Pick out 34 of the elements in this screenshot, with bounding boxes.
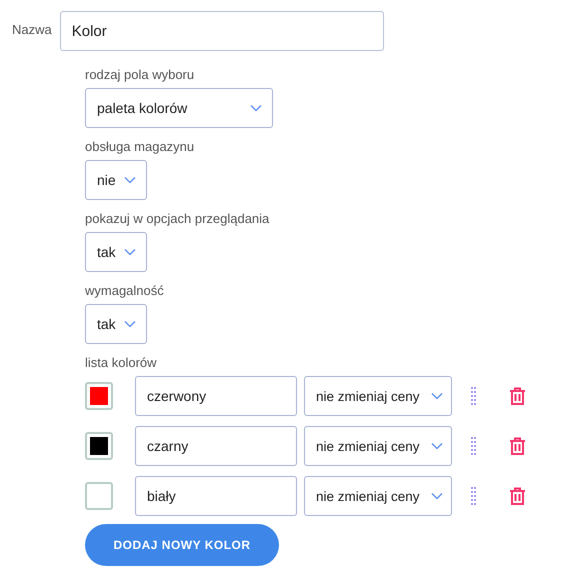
price-dropdown[interactable]: nie zmieniaj ceny bbox=[304, 476, 452, 516]
price-dropdown[interactable]: nie zmieniaj ceny bbox=[304, 376, 452, 416]
chevron-down-icon bbox=[431, 392, 443, 400]
drag-handle-icon[interactable] bbox=[471, 437, 476, 455]
field-label: wymagalność bbox=[85, 283, 164, 298]
chevron-down-icon bbox=[431, 442, 443, 450]
field-label: lista kolorów bbox=[85, 355, 157, 370]
color-name-field[interactable]: biały bbox=[135, 476, 297, 516]
chevron-down-icon bbox=[124, 176, 136, 184]
drag-handle-icon[interactable] bbox=[471, 487, 476, 505]
dropdown[interactable]: tak bbox=[85, 232, 147, 272]
dropdown[interactable]: paleta kolorów bbox=[85, 88, 273, 128]
chevron-down-icon bbox=[124, 320, 136, 328]
field-label: rodzaj pola wyboru bbox=[85, 67, 194, 82]
drag-handle-icon[interactable] bbox=[471, 387, 476, 405]
trash-icon[interactable] bbox=[509, 437, 526, 455]
chevron-down-icon bbox=[124, 248, 136, 256]
dropdown[interactable]: tak bbox=[85, 304, 147, 344]
trash-icon[interactable] bbox=[509, 487, 526, 505]
field-label: obsługa magazynu bbox=[85, 139, 194, 154]
color-swatch[interactable] bbox=[85, 482, 113, 510]
price-dropdown[interactable]: nie zmieniaj ceny bbox=[304, 426, 452, 466]
trash-icon[interactable] bbox=[509, 387, 526, 405]
color-swatch[interactable] bbox=[85, 382, 113, 410]
name-field[interactable]: Kolor bbox=[60, 11, 384, 51]
field-label: pokazuj w opcjach przeglądania bbox=[85, 211, 270, 226]
color-swatch[interactable] bbox=[85, 432, 113, 460]
chevron-down-icon bbox=[250, 104, 262, 112]
color-name-field[interactable]: czarny bbox=[135, 426, 297, 466]
color-name-field[interactable]: czerwony bbox=[135, 376, 297, 416]
add-color-button[interactable]: DODAJ NOWY KOLOR bbox=[85, 524, 279, 566]
name-label: Nazwa bbox=[12, 22, 52, 37]
chevron-down-icon bbox=[431, 492, 443, 500]
dropdown[interactable]: nie bbox=[85, 160, 147, 200]
